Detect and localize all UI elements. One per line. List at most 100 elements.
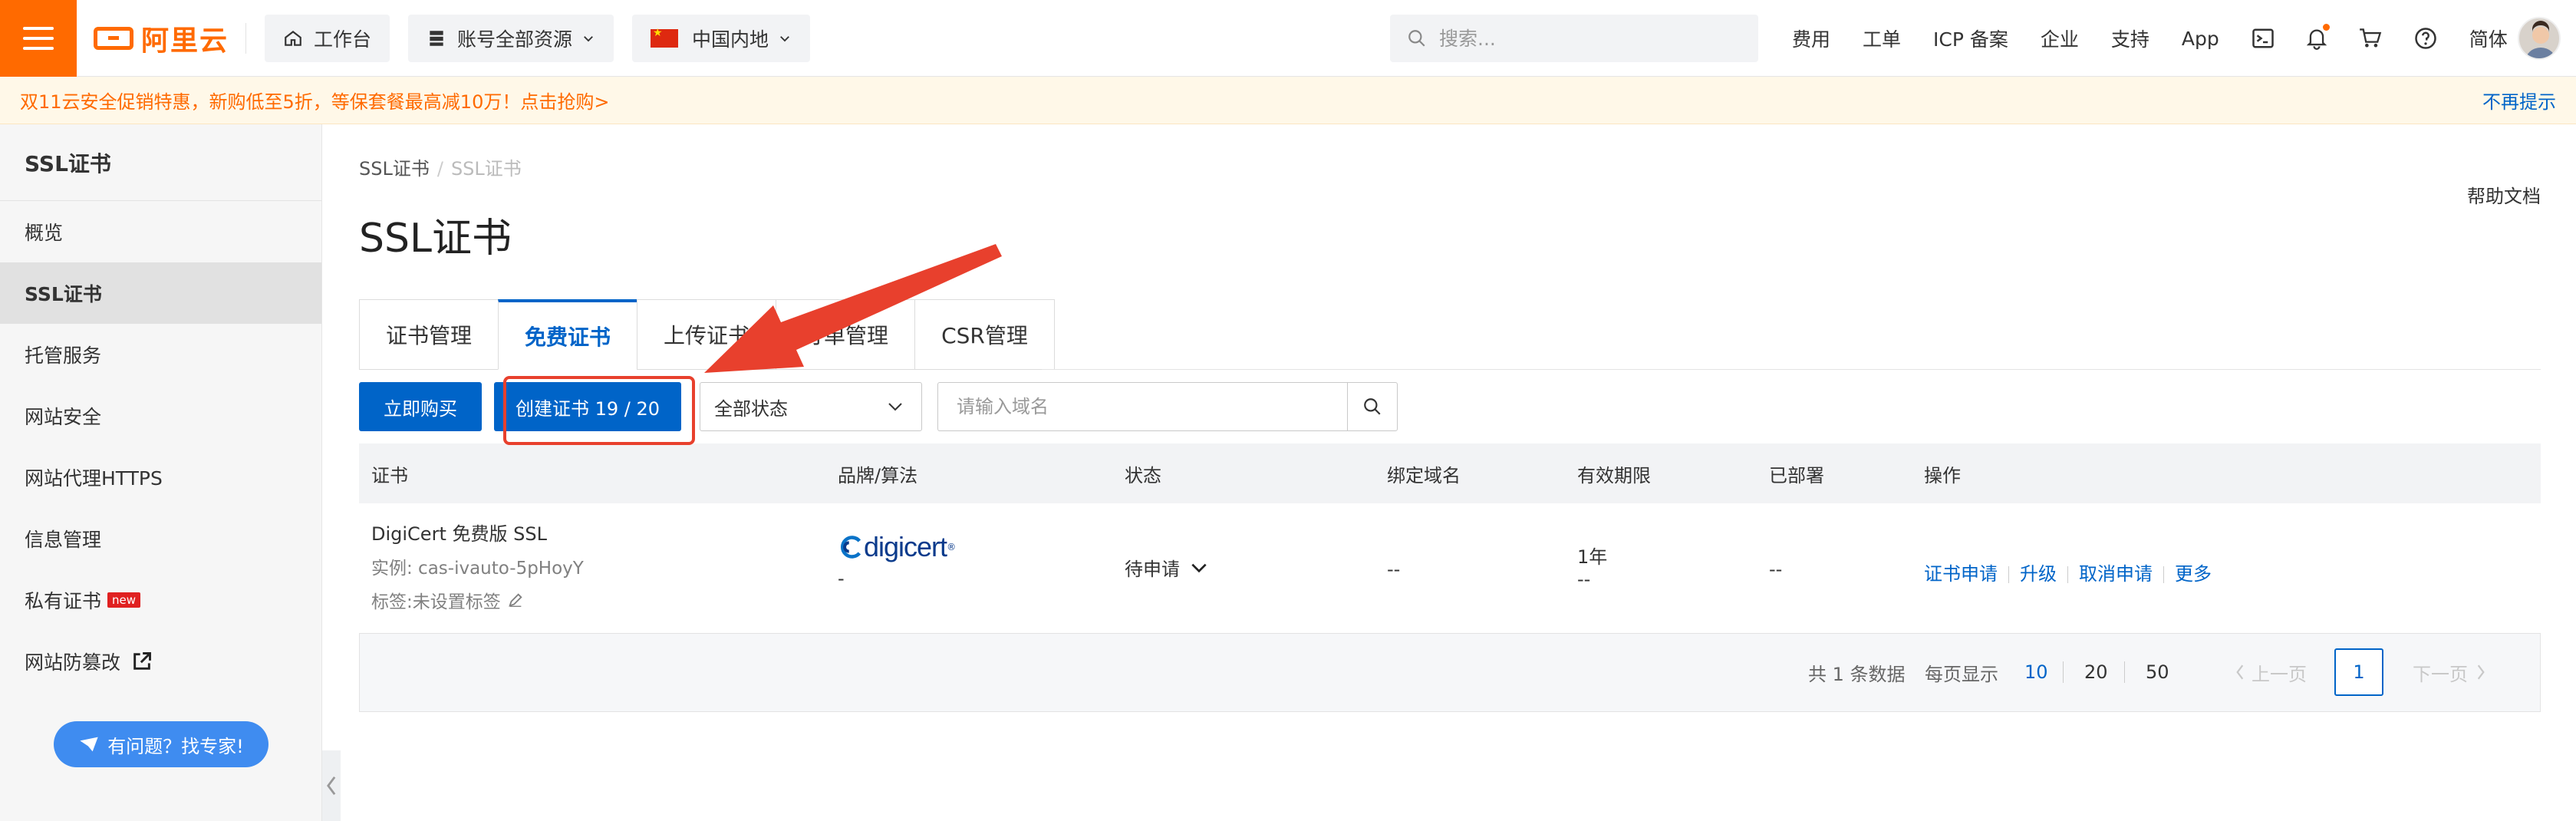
- tab-free-certificates[interactable]: 免费证书: [498, 299, 637, 370]
- global-search[interactable]: [1390, 15, 1758, 62]
- deployed-count: --: [1769, 559, 1783, 580]
- nav-tickets[interactable]: 工单: [1863, 25, 1901, 52]
- breadcrumb: SSL证书 / SSL证书: [359, 153, 522, 180]
- chevron-down-icon: [888, 403, 902, 411]
- header-deployed: 已部署: [1769, 464, 1824, 486]
- prev-page-button[interactable]: 上一页: [2233, 634, 2307, 711]
- cert-cell: DigiCert 免费版 SSL 实例: cas-ivauto-5pHoyY 标…: [371, 519, 584, 613]
- promo-dismiss-link[interactable]: 不再提示: [2482, 87, 2556, 114]
- page-size-50[interactable]: 50: [2146, 634, 2169, 711]
- total-count: 共 1 条数据: [1808, 663, 1906, 685]
- ask-expert-button[interactable]: 有问题？找专家!: [54, 721, 268, 767]
- cert-tag[interactable]: 标签:未设置标签: [371, 587, 584, 613]
- sidebar-item-https-proxy[interactable]: 网站代理HTTPS: [0, 447, 321, 508]
- sidebar-item-info-management[interactable]: 信息管理: [0, 508, 321, 569]
- divider: [2163, 566, 2164, 583]
- notification-dot: [2322, 24, 2330, 31]
- cert-name: DigiCert 免费版 SSL: [371, 523, 547, 545]
- divider: [2008, 566, 2009, 583]
- divider: [2124, 634, 2125, 711]
- search-icon: [1364, 398, 1381, 415]
- workbench-button[interactable]: 工作台: [265, 14, 390, 62]
- server-icon: [430, 30, 443, 46]
- hamburger-menu-button[interactable]: [0, 0, 77, 77]
- more-link[interactable]: 更多: [2175, 563, 2212, 585]
- help-circle-icon[interactable]: [2414, 27, 2437, 50]
- sidebar-item-overview[interactable]: 概览: [0, 201, 321, 262]
- buy-now-button[interactable]: 立即购买: [359, 382, 482, 431]
- resources-label: 账号全部资源: [457, 28, 573, 51]
- bound-domain: --: [1387, 559, 1401, 580]
- user-avatar[interactable]: [2518, 17, 2561, 60]
- sidebar-item-ssl-certificates[interactable]: SSL证书: [0, 262, 321, 324]
- domain-search-button[interactable]: [1347, 382, 1398, 431]
- tab-cert-management[interactable]: 证书管理: [359, 299, 499, 370]
- ask-expert-label: 有问题？找专家!: [107, 735, 244, 757]
- nav-app[interactable]: App: [2182, 28, 2219, 50]
- page-size-10[interactable]: 10: [2024, 634, 2048, 711]
- sidebar-item-tamper-protection[interactable]: 网站防篡改: [0, 631, 321, 692]
- breadcrumb-separator: /: [436, 158, 443, 180]
- sidebar-collapse-handle[interactable]: [322, 750, 341, 821]
- nav-icp[interactable]: ICP 备案: [1933, 25, 2008, 52]
- language-switch[interactable]: 简体: [2469, 25, 2508, 52]
- certificate-table: 证书 品牌/算法 状态 绑定域名 有效期限 已部署 操作 DigiCert 免费…: [359, 443, 2541, 712]
- brand-name: 阿里云: [141, 25, 229, 57]
- search-icon: [1408, 30, 1425, 47]
- prev-page-label: 上一页: [2252, 663, 2307, 685]
- cart-icon[interactable]: [2359, 28, 2382, 49]
- bell-icon[interactable]: [2306, 24, 2330, 50]
- header-cert: 证书: [371, 464, 408, 486]
- nav-enterprise[interactable]: 企业: [2041, 25, 2079, 52]
- help-docs-link[interactable]: 帮助文档: [2467, 181, 2541, 208]
- china-flag-icon: [651, 27, 679, 48]
- global-search-input[interactable]: [1439, 27, 1731, 50]
- sidebar-item-label: 概览: [25, 222, 64, 244]
- validity-cell: 1年 --: [1577, 542, 1607, 590]
- region-label: 中国内地: [692, 28, 769, 51]
- aliyun-logo[interactable]: 阿里云: [94, 0, 229, 77]
- cancel-apply-link[interactable]: 取消申请: [2079, 563, 2153, 585]
- region-dropdown[interactable]: 中国内地: [632, 14, 811, 62]
- nav-fees[interactable]: 费用: [1792, 25, 1830, 52]
- sidebar-item-label: 私有证书: [25, 590, 102, 612]
- tab-upload-certificate[interactable]: 上传证书: [637, 299, 776, 370]
- edit-icon[interactable]: [507, 592, 524, 608]
- sidebar-item-private-cert[interactable]: 私有证书 new: [0, 569, 321, 631]
- chevron-left-icon: [2236, 664, 2244, 680]
- cert-instance: 实例: cas-ivauto-5pHoyY: [371, 559, 584, 579]
- top-right-links: 费用 工单 ICP 备案 企业 支持 App 简体: [1792, 0, 2540, 77]
- terminal-icon[interactable]: [2252, 28, 2275, 49]
- next-page-label: 下一页: [2413, 663, 2468, 685]
- per-page-label: 每页显示: [1925, 663, 1998, 685]
- header-brand: 品牌/算法: [838, 464, 918, 486]
- status-cell[interactable]: 待申请: [1125, 554, 1209, 581]
- status-filter-value: 全部状态: [714, 397, 788, 420]
- page-size-20[interactable]: 20: [2084, 634, 2108, 711]
- apply-cert-link[interactable]: 证书申请: [1924, 563, 1998, 585]
- nav-support[interactable]: 支持: [2111, 25, 2149, 52]
- workbench-label: 工作台: [314, 28, 372, 51]
- chevron-down-icon: [780, 35, 789, 41]
- validity-period: 1年: [1577, 546, 1608, 568]
- sidebar-item-managed-service[interactable]: 托管服务: [0, 324, 321, 385]
- status-filter-select[interactable]: 全部状态: [700, 382, 922, 431]
- tab-order-management[interactable]: 订单管理: [776, 299, 915, 370]
- breadcrumb-item[interactable]: SSL证书: [359, 158, 430, 180]
- cert-tag-label: 标签:未设置标签: [371, 592, 501, 612]
- sidebar-item-website-security[interactable]: 网站安全: [0, 385, 321, 447]
- current-page-number: 1: [2334, 648, 2383, 696]
- resources-dropdown[interactable]: 账号全部资源: [408, 14, 614, 62]
- divider: [245, 22, 247, 54]
- domain-search-input[interactable]: [937, 382, 1347, 431]
- tab-csr-management[interactable]: CSR管理: [914, 299, 1055, 370]
- next-page-button[interactable]: 下一页: [2413, 634, 2488, 711]
- upgrade-link[interactable]: 升级: [2020, 563, 2057, 585]
- sidebar-item-label: 网站代理HTTPS: [25, 467, 163, 490]
- header-actions: 操作: [1924, 464, 1961, 486]
- table-header: 证书 品牌/算法 状态 绑定域名 有效期限 已部署 操作: [359, 443, 2541, 503]
- current-page[interactable]: 1: [2334, 634, 2383, 711]
- sidebar-title: SSL证书: [0, 124, 321, 201]
- promo-link[interactable]: 双11云安全促销特惠，新购低至5折，等保套餐最高减10万！点击抢购>: [20, 87, 609, 114]
- aliyun-logo-mark: [94, 26, 133, 50]
